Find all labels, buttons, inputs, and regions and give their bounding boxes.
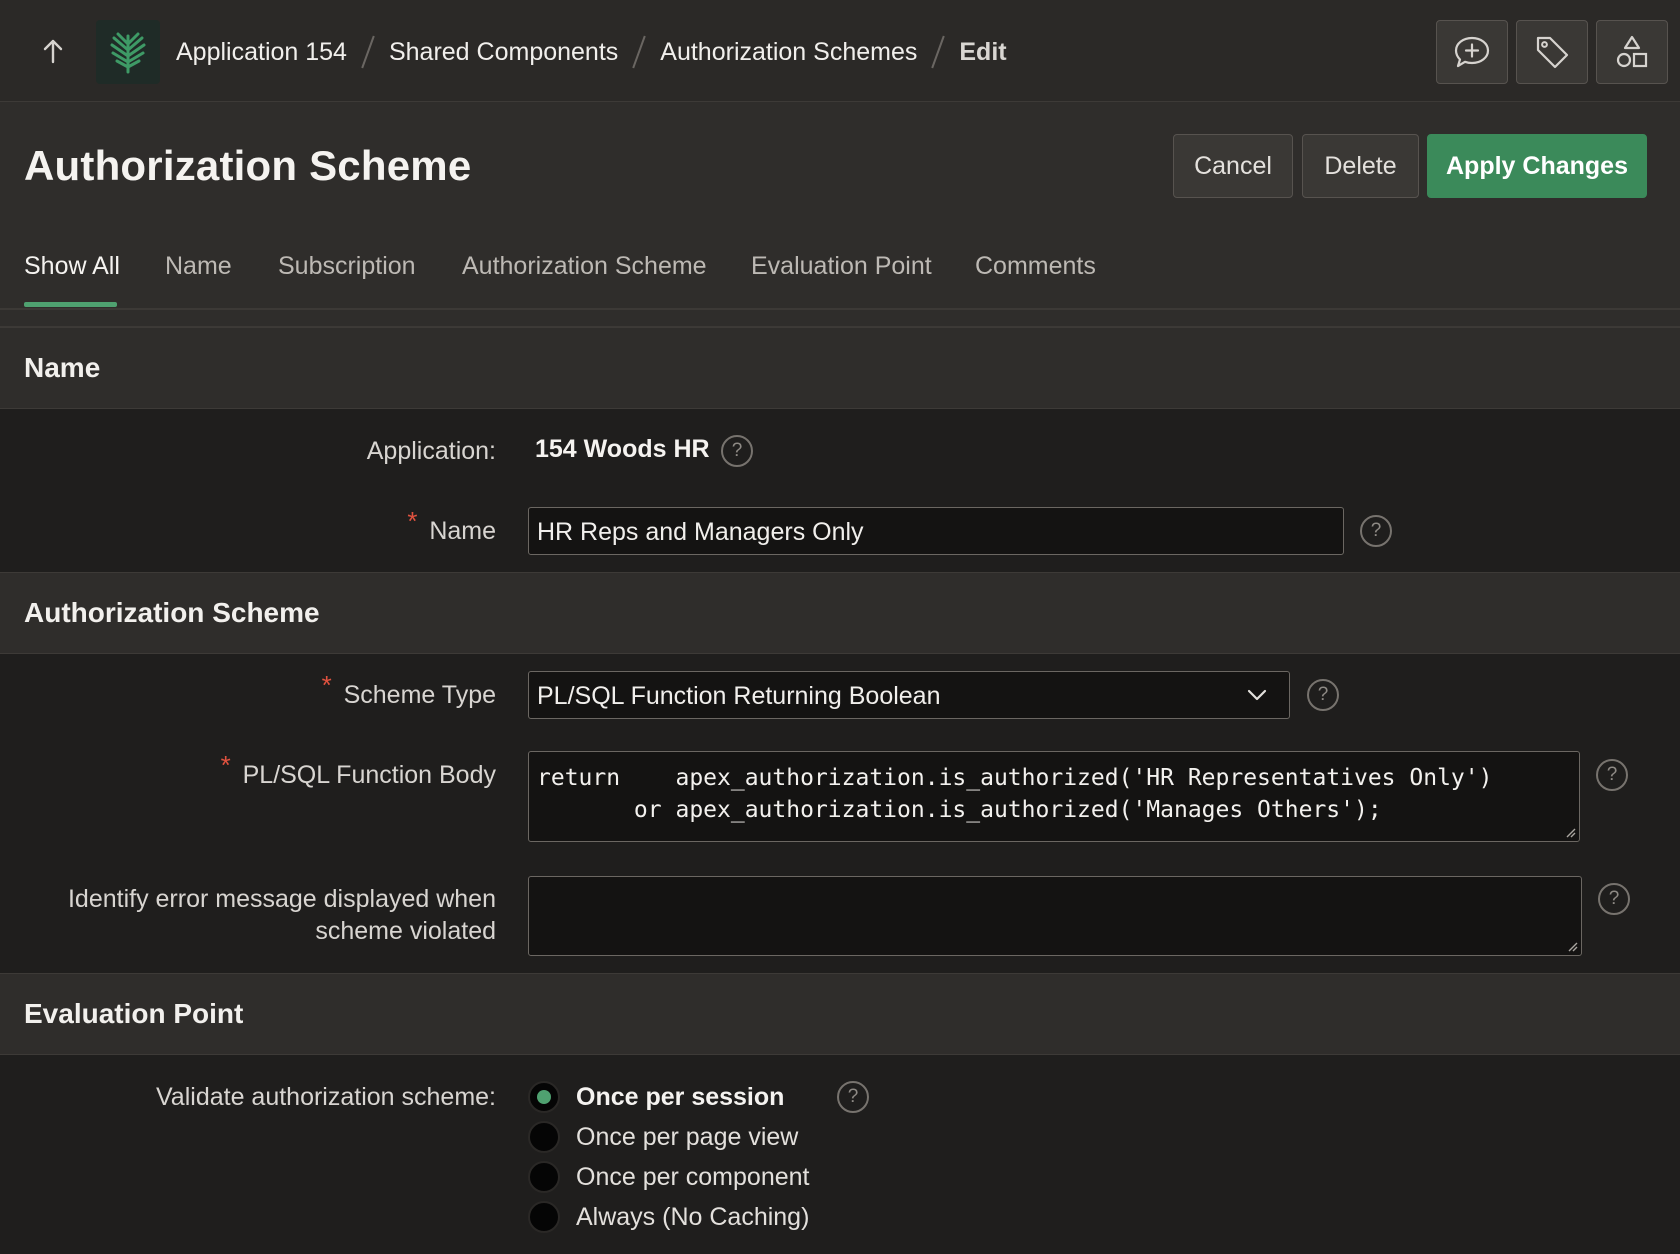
required-indicator: * bbox=[220, 750, 231, 780]
scheme-type-select[interactable]: PL/SQL Function Returning Boolean bbox=[528, 671, 1290, 719]
function-body-label-text: PL/SQL Function Body bbox=[242, 761, 496, 789]
radio-label: Once per session bbox=[576, 1082, 785, 1111]
tab-evaluation-point[interactable]: Evaluation Point bbox=[751, 252, 932, 281]
tab-bar: Show All Name Subscription Authorization… bbox=[0, 230, 1680, 310]
error-message-label: Identify error message displayed when sc… bbox=[68, 883, 496, 947]
tab-authorization-scheme[interactable]: Authorization Scheme bbox=[462, 252, 707, 281]
chevron-down-icon bbox=[1247, 689, 1267, 701]
tag-button[interactable] bbox=[1516, 20, 1588, 84]
breadcrumb-application[interactable]: Application 154 bbox=[176, 38, 347, 67]
cancel-button[interactable]: Cancel bbox=[1173, 134, 1293, 198]
radio-button-checked[interactable] bbox=[528, 1081, 560, 1113]
delete-button[interactable]: Delete bbox=[1302, 134, 1419, 198]
breadcrumb-current: Edit bbox=[959, 37, 1007, 66]
application-value: 154 Woods HR bbox=[535, 435, 710, 463]
name-label-text: Name bbox=[429, 517, 496, 545]
resize-handle-icon[interactable] bbox=[1564, 826, 1576, 838]
tag-icon bbox=[1536, 36, 1569, 69]
radio-label: Once per page view bbox=[576, 1122, 799, 1151]
active-tab-indicator bbox=[24, 302, 117, 307]
question-circle-icon[interactable]: ? bbox=[1360, 515, 1392, 547]
question-circle-icon[interactable]: ? bbox=[721, 435, 753, 467]
tree-logo-icon[interactable] bbox=[96, 20, 160, 84]
validate-scheme-label: Validate authorization scheme: bbox=[155, 1083, 496, 1111]
error-message-label-line1: Identify error message displayed when bbox=[67, 885, 496, 913]
radio-button[interactable] bbox=[528, 1161, 560, 1193]
scheme-type-label: * Scheme Type bbox=[322, 670, 496, 711]
tab-name[interactable]: Name bbox=[165, 252, 232, 281]
name-label: * Name bbox=[407, 506, 496, 547]
feedback-button[interactable] bbox=[1436, 20, 1508, 84]
page-title: Authorization Scheme bbox=[24, 142, 472, 189]
radio-once-per-session[interactable]: Once per session bbox=[528, 1080, 784, 1114]
apply-changes-button[interactable]: Apply Changes bbox=[1427, 134, 1647, 198]
breadcrumb-separator bbox=[632, 35, 647, 69]
function-body-label: * PL/SQL Function Body bbox=[221, 750, 496, 791]
scheme-type-value: PL/SQL Function Returning Boolean bbox=[537, 682, 941, 710]
breadcrumb-authorization-schemes[interactable]: Authorization Schemes bbox=[660, 38, 917, 67]
region-header-name: Name bbox=[0, 327, 1680, 409]
radio-button[interactable] bbox=[528, 1201, 560, 1233]
shapes-button[interactable] bbox=[1596, 20, 1668, 84]
function-body-code: return apex_authorization.is_authorized(… bbox=[537, 765, 1493, 823]
scheme-type-label-text: Scheme Type bbox=[343, 681, 496, 709]
radio-always-no-caching[interactable]: Always (No Caching) bbox=[528, 1200, 809, 1234]
radio-label: Once per component bbox=[576, 1162, 810, 1191]
top-bar: Application 154 Shared Components Author… bbox=[0, 0, 1680, 102]
resize-handle-icon[interactable] bbox=[1566, 940, 1578, 952]
breadcrumb: Application 154 Shared Components Author… bbox=[176, 32, 1007, 72]
error-message-label-line2: scheme violated bbox=[315, 917, 496, 945]
region-title-name: Name bbox=[24, 352, 101, 383]
name-input-value: HR Reps and Managers Only bbox=[537, 518, 864, 546]
tab-show-all[interactable]: Show All bbox=[24, 252, 120, 281]
region-header-evaluation-point: Evaluation Point bbox=[0, 973, 1680, 1055]
chat-plus-icon bbox=[1454, 36, 1490, 68]
question-circle-icon[interactable]: ? bbox=[1598, 883, 1630, 915]
tab-comments[interactable]: Comments bbox=[975, 252, 1096, 281]
required-indicator: * bbox=[407, 506, 418, 536]
breadcrumb-separator bbox=[361, 35, 375, 69]
error-message-textarea[interactable] bbox=[528, 876, 1582, 956]
region-title-authorization-scheme: Authorization Scheme bbox=[24, 597, 320, 628]
tab-subscription[interactable]: Subscription bbox=[278, 252, 416, 281]
question-circle-icon[interactable]: ? bbox=[837, 1081, 869, 1113]
arrow-up-icon[interactable] bbox=[38, 36, 68, 66]
breadcrumb-shared-components[interactable]: Shared Components bbox=[389, 38, 618, 67]
radio-label: Always (No Caching) bbox=[576, 1202, 810, 1231]
radio-button[interactable] bbox=[528, 1121, 560, 1153]
shapes-icon bbox=[1616, 35, 1648, 68]
breadcrumb-separator bbox=[931, 35, 946, 69]
function-body-textarea[interactable]: return apex_authorization.is_authorized(… bbox=[528, 751, 1580, 842]
required-indicator: * bbox=[321, 670, 332, 700]
region-title-evaluation-point: Evaluation Point bbox=[24, 998, 244, 1029]
name-input[interactable]: HR Reps and Managers Only bbox=[528, 507, 1344, 555]
application-label: Application: bbox=[366, 437, 496, 465]
radio-once-per-page-view[interactable]: Once per page view bbox=[528, 1120, 798, 1154]
question-circle-icon[interactable]: ? bbox=[1307, 679, 1339, 711]
radio-once-per-component[interactable]: Once per component bbox=[528, 1160, 809, 1194]
form-panel: Name Application: 154 Woods HR ? * Name … bbox=[0, 326, 1680, 1254]
region-header-authorization-scheme: Authorization Scheme bbox=[0, 572, 1680, 654]
question-circle-icon[interactable]: ? bbox=[1596, 759, 1628, 791]
